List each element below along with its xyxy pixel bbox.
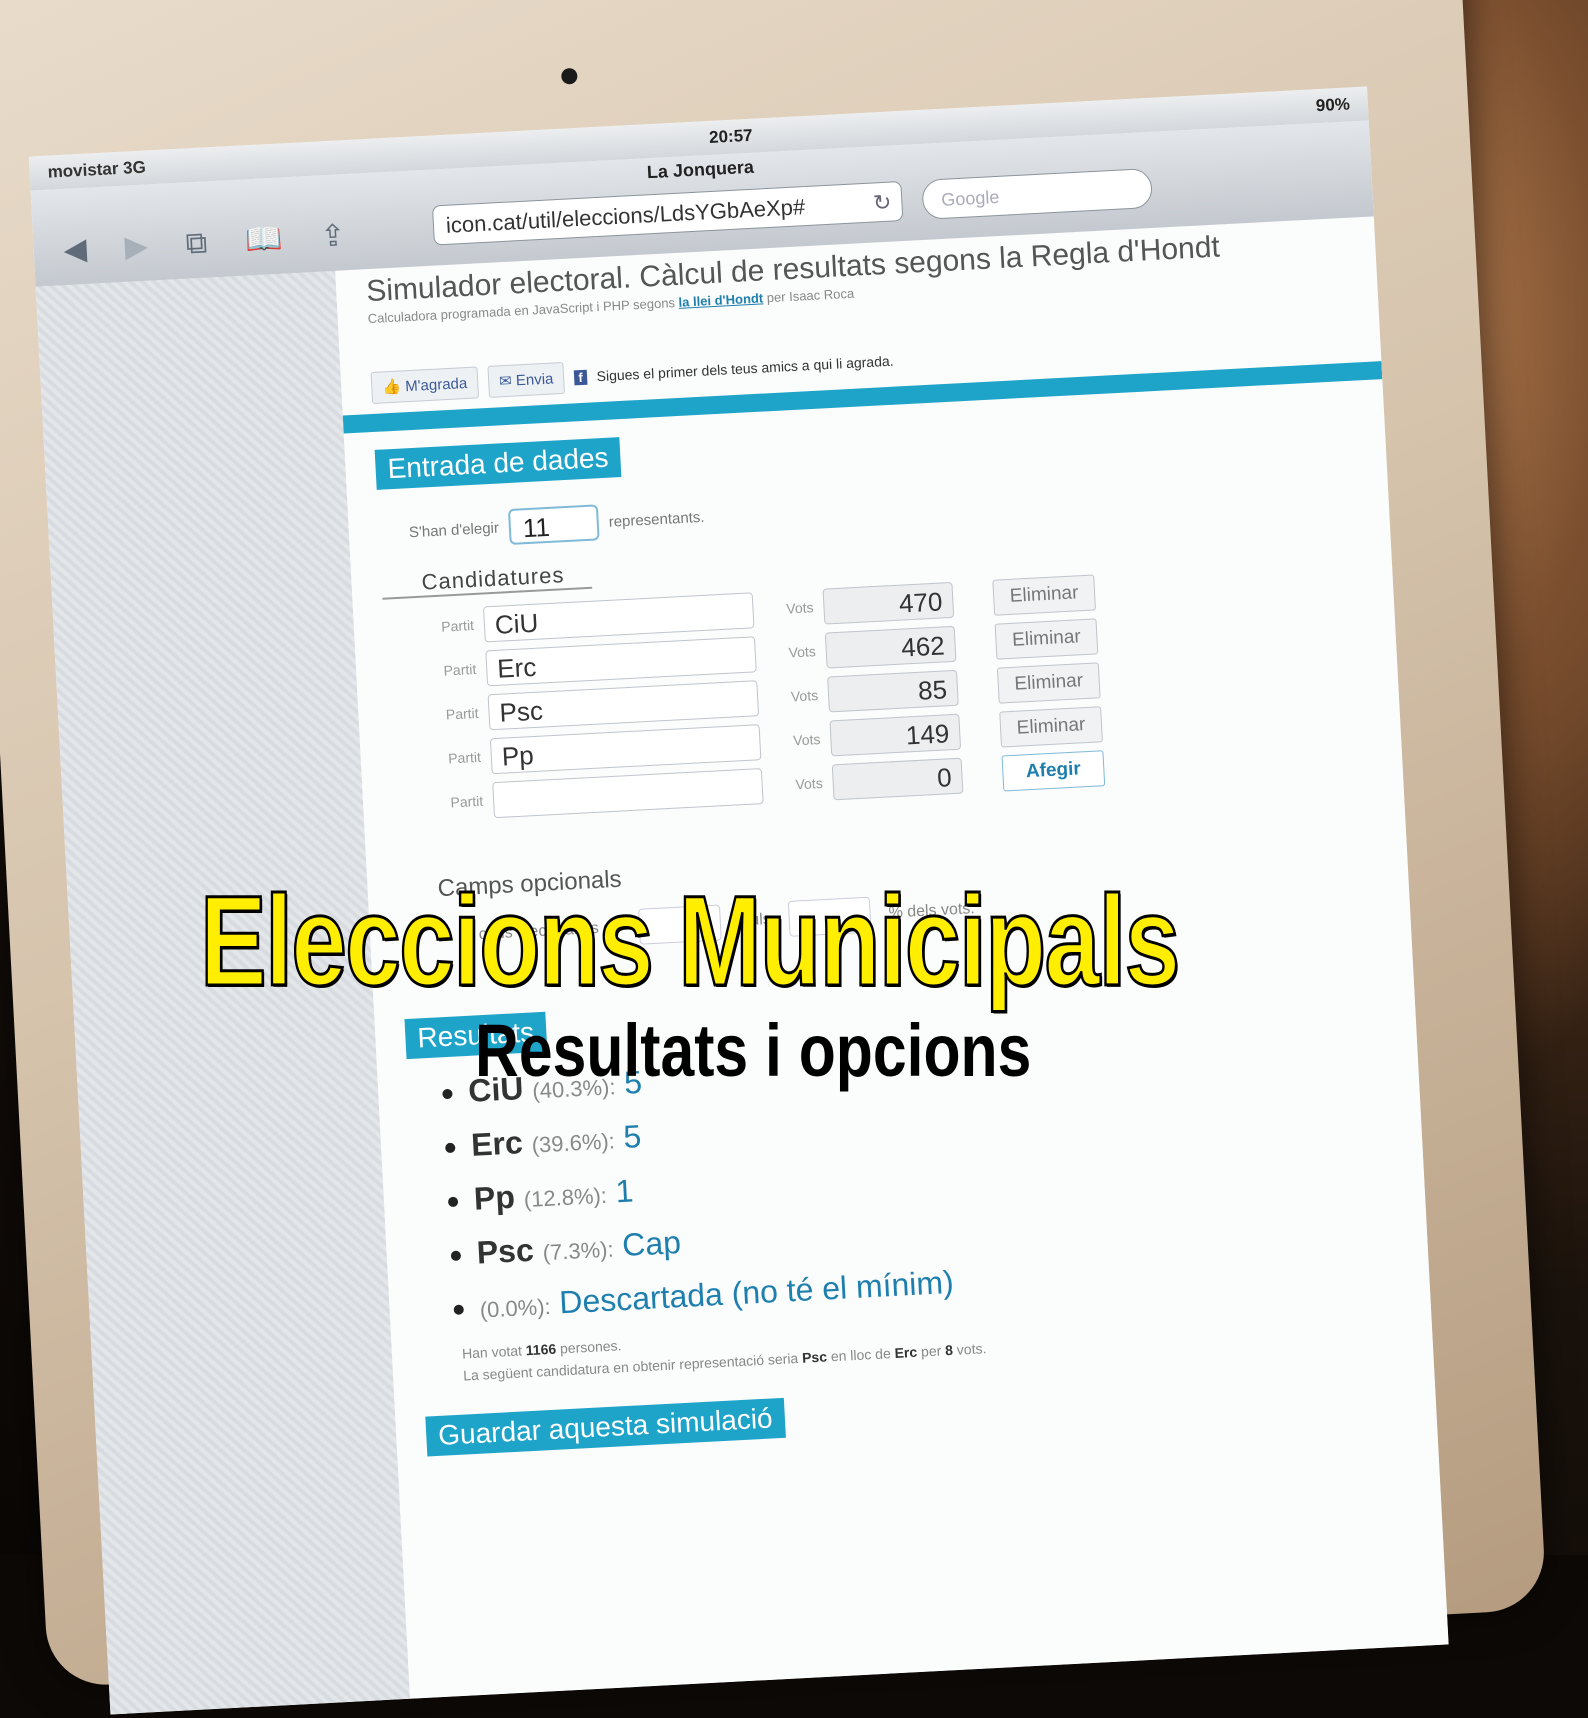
party-label: Partit bbox=[440, 616, 475, 635]
next-per: per bbox=[920, 1342, 942, 1360]
voters-suffix: persones. bbox=[559, 1337, 622, 1357]
null-label: Nuls bbox=[738, 910, 772, 930]
entry-section-title: Entrada de dades bbox=[374, 437, 622, 490]
result-party: CiU bbox=[467, 1070, 525, 1109]
result-seats: Cap bbox=[621, 1224, 682, 1264]
remove-button[interactable]: Eliminar bbox=[994, 618, 1099, 660]
result-seats: 5 bbox=[622, 1117, 643, 1155]
elect-prefix: S'han d'elegir bbox=[408, 519, 500, 541]
party-label: Partit bbox=[443, 660, 477, 679]
votes-label: Vots bbox=[792, 731, 821, 749]
result-pct: (12.8%): bbox=[523, 1182, 608, 1213]
reload-icon[interactable]: ↻ bbox=[872, 183, 893, 224]
search-input[interactable]: Google bbox=[921, 167, 1154, 220]
send-button[interactable]: ✉ Envia bbox=[487, 361, 566, 398]
result-party: Erc bbox=[470, 1124, 524, 1163]
next-suffix: vots. bbox=[956, 1340, 987, 1358]
share-icon[interactable]: ⇪ bbox=[319, 218, 346, 254]
forward-arrow-icon[interactable]: ▶ bbox=[124, 229, 149, 265]
voters-prefix: Han votat bbox=[461, 1342, 523, 1362]
send-label: Envia bbox=[515, 370, 554, 390]
votes-label: Vots bbox=[790, 687, 819, 705]
votes-input[interactable]: 462 bbox=[824, 625, 957, 669]
next-votes: 8 bbox=[944, 1341, 954, 1359]
votes-input[interactable]: 0 bbox=[831, 757, 964, 801]
like-label: M'agrada bbox=[404, 375, 468, 396]
result-pct: (40.3%): bbox=[531, 1074, 617, 1104]
next-other: Erc bbox=[894, 1343, 918, 1361]
votes-input[interactable]: 470 bbox=[822, 581, 955, 625]
url-text: icon.cat/util/eleccions/LdsYGbAeXp# bbox=[445, 194, 806, 238]
result-seats: 1 bbox=[614, 1172, 635, 1210]
battery-indicator: 90% bbox=[1315, 94, 1351, 116]
facebook-icon: f bbox=[573, 369, 588, 385]
result-seats: 5 bbox=[623, 1063, 643, 1101]
carrier-label: movistar 3G bbox=[47, 157, 147, 182]
add-button[interactable]: Afegir bbox=[1001, 750, 1106, 792]
votes-label: Vots bbox=[795, 774, 824, 793]
ipad-device: movistar 3G 20:57 90% La Jonquera ◀ ▶ ⧉ … bbox=[0, 0, 1547, 1715]
candidatures-title: Candidatures bbox=[381, 560, 593, 600]
results-title: Resultats bbox=[404, 1011, 548, 1060]
subheading-suffix: per Isaac Roca bbox=[762, 285, 855, 306]
results-list: CiU (40.3%): 5 Erc (39.6%): 5 Pp (12.8%)… bbox=[467, 1018, 1400, 1336]
back-arrow-icon[interactable]: ◀ bbox=[63, 232, 88, 268]
representatives-input[interactable]: 11 bbox=[507, 504, 600, 545]
remove-button[interactable]: Eliminar bbox=[992, 574, 1097, 616]
elect-suffix: representants. bbox=[608, 508, 705, 531]
ipad-screen: movistar 3G 20:57 90% La Jonquera ◀ ▶ ⧉ … bbox=[28, 86, 1449, 1715]
remove-button[interactable]: Eliminar bbox=[999, 706, 1103, 748]
votes-label: Vots bbox=[788, 643, 817, 661]
camera bbox=[560, 67, 578, 85]
save-section-title: Guardar aquesta simulació bbox=[425, 1397, 786, 1457]
tabs-icon[interactable]: ⧉ bbox=[185, 226, 208, 261]
next-mid: en lloc de bbox=[830, 1345, 892, 1365]
party-label: Partit bbox=[450, 792, 484, 811]
result-pct: (39.6%): bbox=[531, 1128, 616, 1158]
bookmarks-icon[interactable]: 📖 bbox=[244, 221, 283, 258]
votes-label: Vots bbox=[785, 599, 814, 617]
census-label: El cens electoral és de bbox=[459, 918, 622, 945]
result-party: Psc bbox=[475, 1231, 535, 1271]
party-label: Partit bbox=[445, 704, 479, 723]
facebook-text: Sigues el primer dels teus amics a qui l… bbox=[596, 352, 894, 385]
clock: 20:57 bbox=[708, 125, 754, 147]
dhondt-link[interactable]: la llei d'Hondt bbox=[678, 290, 763, 309]
party-label: Partit bbox=[447, 748, 482, 767]
pct-label: % dels vots. bbox=[888, 900, 976, 922]
like-button[interactable]: 👍 M'agrada bbox=[370, 366, 480, 404]
votes-input[interactable]: 149 bbox=[829, 713, 962, 757]
votes-input[interactable]: 85 bbox=[827, 669, 959, 713]
census-input[interactable] bbox=[637, 904, 722, 945]
candidatures-grid: Partit CiU Vots 470 Eliminar Partit Erc … bbox=[383, 556, 1373, 827]
result-pct: (0.0%): bbox=[479, 1293, 552, 1323]
result-party: Pp bbox=[473, 1178, 516, 1217]
result-pct: (7.3%): bbox=[542, 1236, 615, 1266]
next-party: Psc bbox=[801, 1348, 828, 1366]
null-input[interactable] bbox=[787, 896, 872, 937]
party-name-input[interactable] bbox=[492, 768, 764, 819]
remove-button[interactable]: Eliminar bbox=[996, 662, 1101, 704]
voters-count: 1166 bbox=[525, 1340, 557, 1359]
page-content: Simulador electoral. Càlcul de resultats… bbox=[335, 216, 1449, 1699]
